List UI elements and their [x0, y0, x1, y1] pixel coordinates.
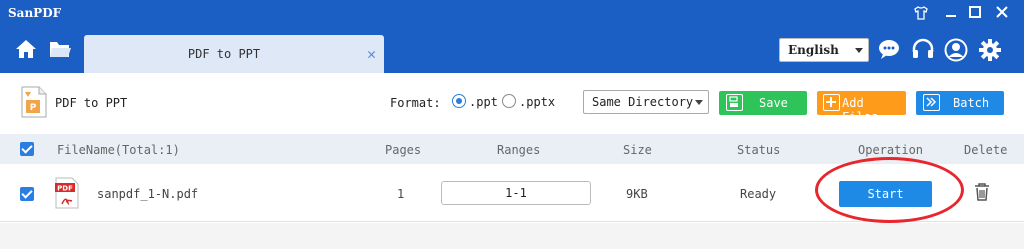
- home-icon[interactable]: [14, 38, 40, 62]
- chevron-down-icon: [695, 100, 703, 105]
- page-range-input[interactable]: 1-1: [441, 181, 591, 205]
- tab-pdf-to-ppt[interactable]: PDF to PPT ✕: [84, 35, 384, 73]
- batch-button[interactable]: Batch: [916, 91, 1004, 115]
- save-icon: [726, 94, 743, 111]
- tab-close-icon[interactable]: ✕: [367, 45, 376, 63]
- nav-bar: PDF to PPT ✕ English: [0, 28, 1024, 73]
- language-select[interactable]: English: [779, 38, 869, 62]
- batch-label: Batch: [953, 96, 990, 110]
- table-header: FileName(Total:1) Pages Ranges Size Stat…: [0, 134, 1024, 164]
- column-filename[interactable]: FileName(Total:1): [57, 143, 180, 157]
- svg-text:PDF: PDF: [57, 185, 73, 193]
- format-label: Format:: [390, 96, 441, 110]
- trash-icon[interactable]: [973, 182, 991, 206]
- shirt-icon[interactable]: [912, 5, 930, 23]
- output-directory-value: Same Directory: [592, 95, 694, 109]
- plus-icon: [823, 94, 840, 111]
- output-directory-select[interactable]: Same Directory: [583, 90, 709, 114]
- add-files-label: Add Files: [842, 96, 879, 124]
- row-filename: sanpdf_1-N.pdf: [97, 187, 199, 201]
- folder-icon[interactable]: [48, 38, 74, 62]
- svg-text:P: P: [30, 103, 37, 113]
- tab-label: PDF to PPT: [187, 47, 261, 61]
- select-all-checkbox[interactable]: [20, 142, 34, 156]
- batch-icon: [923, 94, 940, 111]
- column-pages[interactable]: Pages: [385, 143, 421, 157]
- empty-list-area: [0, 223, 1024, 249]
- ppt-file-icon: P: [20, 86, 48, 122]
- chevron-down-icon: [855, 48, 863, 53]
- row-size: 9KB: [626, 187, 648, 201]
- row-pages: 1: [397, 187, 405, 201]
- maximize-icon[interactable]: [966, 5, 984, 23]
- format-ppt-radio[interactable]: [452, 94, 466, 108]
- app-title: SanPDF: [8, 6, 62, 20]
- close-icon[interactable]: [993, 5, 1011, 23]
- column-ranges[interactable]: Ranges: [497, 143, 540, 157]
- column-status[interactable]: Status: [737, 143, 780, 157]
- gear-icon[interactable]: [978, 38, 1004, 62]
- add-files-button[interactable]: Add Files: [817, 91, 906, 124]
- column-operation[interactable]: Operation: [858, 143, 923, 157]
- page-title: PDF to PPT: [55, 96, 128, 110]
- format-pptx-label[interactable]: .pptx: [519, 95, 555, 109]
- format-pptx-radio[interactable]: [502, 94, 516, 108]
- row-checkbox[interactable]: [20, 187, 34, 201]
- start-convert-button[interactable]: Start Convert: [839, 181, 932, 227]
- minimize-icon[interactable]: [942, 5, 960, 23]
- table-row[interactable]: PDF sanpdf_1-N.pdf 1 1-1 9KB Ready Start…: [0, 164, 1024, 227]
- save-label: Save: [759, 96, 788, 110]
- title-bar: SanPDF: [0, 0, 1024, 28]
- column-delete[interactable]: Delete: [964, 143, 1007, 157]
- format-ppt-label[interactable]: .ppt: [469, 95, 498, 109]
- row-status: Ready: [740, 187, 777, 201]
- column-size[interactable]: Size: [623, 143, 652, 157]
- save-button[interactable]: Save: [719, 91, 807, 115]
- user-icon[interactable]: [944, 38, 970, 62]
- language-value: English: [788, 43, 839, 57]
- chat-icon[interactable]: [877, 38, 903, 62]
- headset-icon[interactable]: [911, 38, 937, 62]
- toolbar: P PDF to PPT Format: .ppt .pptx Same Dir…: [0, 73, 1024, 132]
- pdf-file-icon: PDF: [54, 177, 80, 213]
